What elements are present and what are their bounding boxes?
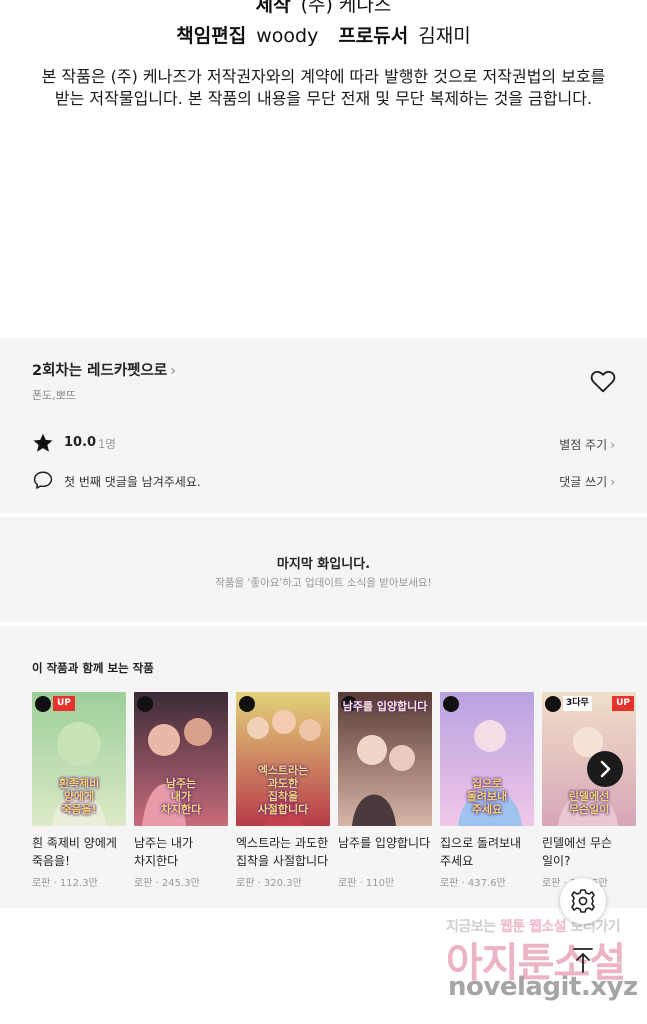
rating-row: 10.0 1명 별점 주기 › — [32, 432, 615, 454]
card-meta: 로판 · 112.3만 — [32, 878, 98, 889]
credits-section: 제작 (주) 케나즈 책임편집 woody 프로듀서 김재미 본 작품은 (주) 케나즈… — [0, 0, 647, 338]
clock-icon — [545, 696, 561, 712]
comment-placeholder: 첫 번째 댓글을 남겨주세요. — [64, 475, 201, 489]
cover-image: 남주는 내가 차지한다 — [134, 692, 228, 826]
last-episode-notice: 마지막 화입니다. 작품을 '좋아요'하고 업데이트 소식을 받아보세요! — [0, 517, 647, 622]
write-comment-label: 댓글 쓰기 — [559, 475, 608, 489]
card-title: 집으로 돌려보내 주세요 — [440, 836, 522, 868]
scroll-top-button[interactable] — [567, 944, 599, 976]
chevron-right-icon: › — [170, 363, 177, 379]
cover-image: 집으로 돌려보내 주세요 — [440, 692, 534, 826]
up-badge: UP — [53, 696, 75, 711]
heart-icon[interactable] — [590, 369, 616, 393]
card-title: 남주는 내가 차지한다 — [134, 836, 194, 868]
copyright-line-1: 본 작품은 (주) 케나즈가 저작권자와의 계약에 따라 발행한 것으로 저작권… — [41, 67, 606, 86]
recommendations-section: 이 작품과 함께 보는 작품 UP 흰족제비 양에게 죽음을! 흰 족제비 양에… — [0, 626, 647, 908]
cover-image: 엑스트라는 과도한 집착을 사절합니다 — [236, 692, 330, 826]
rating-count: 1명 — [98, 437, 116, 451]
cover-title-art: 흰족제비 양에게 죽음을! — [58, 777, 100, 816]
chevron-right-icon: › — [610, 475, 615, 489]
clock-icon — [35, 696, 51, 712]
copyright-notice: 본 작품은 (주) 케나즈가 저작권자와의 계약에 따라 발행한 것으로 저작권… — [24, 66, 623, 110]
card-meta: 로판 · 245.3만 — [134, 878, 200, 889]
rate-button[interactable]: 별점 주기 › — [559, 436, 615, 453]
credit-production: 제작 (주) 케나즈 — [0, 0, 647, 17]
watermark-url: novelagit.xyz — [448, 972, 638, 1002]
last-episode-title: 마지막 화입니다. — [276, 557, 371, 572]
rate-button-label: 별점 주기 — [559, 438, 608, 452]
credit-editor-value: woody — [256, 25, 319, 47]
carousel-next-button[interactable] — [587, 751, 623, 787]
cover-title-art: 집으로 돌려보내 주세요 — [466, 777, 508, 816]
comment-icon — [33, 471, 53, 489]
card-meta: 로판 · 320.3만 — [236, 878, 302, 889]
card-title: 흰 족제비 양에게 죽음을! — [32, 836, 117, 868]
card-title: 엑스트라는 과도한 집착을 사절합니다 — [236, 836, 329, 868]
settings-icon — [571, 889, 595, 913]
cover-title-art: 남주는 내가 차지한다 — [160, 777, 202, 816]
arrow-up-icon — [573, 948, 593, 973]
star-icon — [33, 433, 53, 452]
clock-icon — [137, 696, 153, 712]
cover-image: UP 흰족제비 양에게 죽음을! — [32, 692, 126, 826]
episode-info-panel: 2회차는 레드카펫으로 › 폰도,뽀뜨 10.0 1명 별점 주기 › 첫 번째 댓… — [0, 338, 647, 513]
cover-title-art: 남주를 입양합니다 — [342, 700, 428, 713]
comment-row[interactable]: 첫 번째 댓글을 남겨주세요. 댓글 쓰기 › — [32, 469, 615, 491]
settings-button[interactable] — [560, 878, 606, 924]
credit-production-label: 제작 — [255, 0, 291, 16]
clock-icon — [443, 696, 459, 712]
card-title: 남주를 입양합니다 — [338, 836, 431, 850]
cover-title-art: 린델에선 무슨일이 — [568, 790, 610, 816]
rating-score: 10.0 — [64, 435, 97, 450]
copyright-line-2: 받는 저작물입니다. 본 작품의 내용을 무단 전재 및 무단 복제하는 것을 … — [54, 89, 593, 108]
card-title: 린델에선 무슨 일이? — [542, 836, 613, 868]
credit-editor-producer: 책임편집 woody 프로듀서 김재미 — [0, 21, 647, 48]
credit-production-value: (주) 케나즈 — [300, 0, 392, 16]
credit-producer-value: 김재미 — [418, 25, 471, 47]
series-title: 2회차는 레드카펫으로 — [32, 363, 168, 379]
card-meta: 로판 · 437.6만 — [440, 878, 506, 889]
up-badge: UP — [612, 696, 634, 711]
recommendations-title: 이 작품과 함께 보는 작품 — [32, 661, 154, 675]
credit-producer-label: 프로듀서 — [338, 25, 409, 47]
cover-image: 남주를 입양합니다 — [338, 692, 432, 826]
chevron-right-icon — [600, 760, 611, 778]
author-names: 폰도,뽀뜨 — [32, 389, 76, 402]
clock-icon — [239, 696, 255, 712]
watermark-overlay: 지금보는 웹툰 웹소설 보러가기 아지툰소설 novelagit.xyz — [440, 910, 647, 1010]
credit-editor-label: 책임편집 — [176, 25, 247, 47]
wait-free-badge: 3다무 — [563, 696, 592, 711]
chevron-right-icon: › — [610, 438, 615, 452]
last-episode-subtitle: 작품을 '좋아요'하고 업데이트 소식을 받아보세요! — [215, 577, 432, 589]
series-title-link[interactable]: 2회차는 레드카펫으로 › — [32, 359, 176, 380]
card-meta: 로판 · 110만 — [338, 878, 395, 889]
write-comment-button[interactable]: 댓글 쓰기 › — [559, 473, 615, 490]
cover-title-art: 엑스트라는 과도한 집착을 사절합니다 — [257, 764, 309, 816]
